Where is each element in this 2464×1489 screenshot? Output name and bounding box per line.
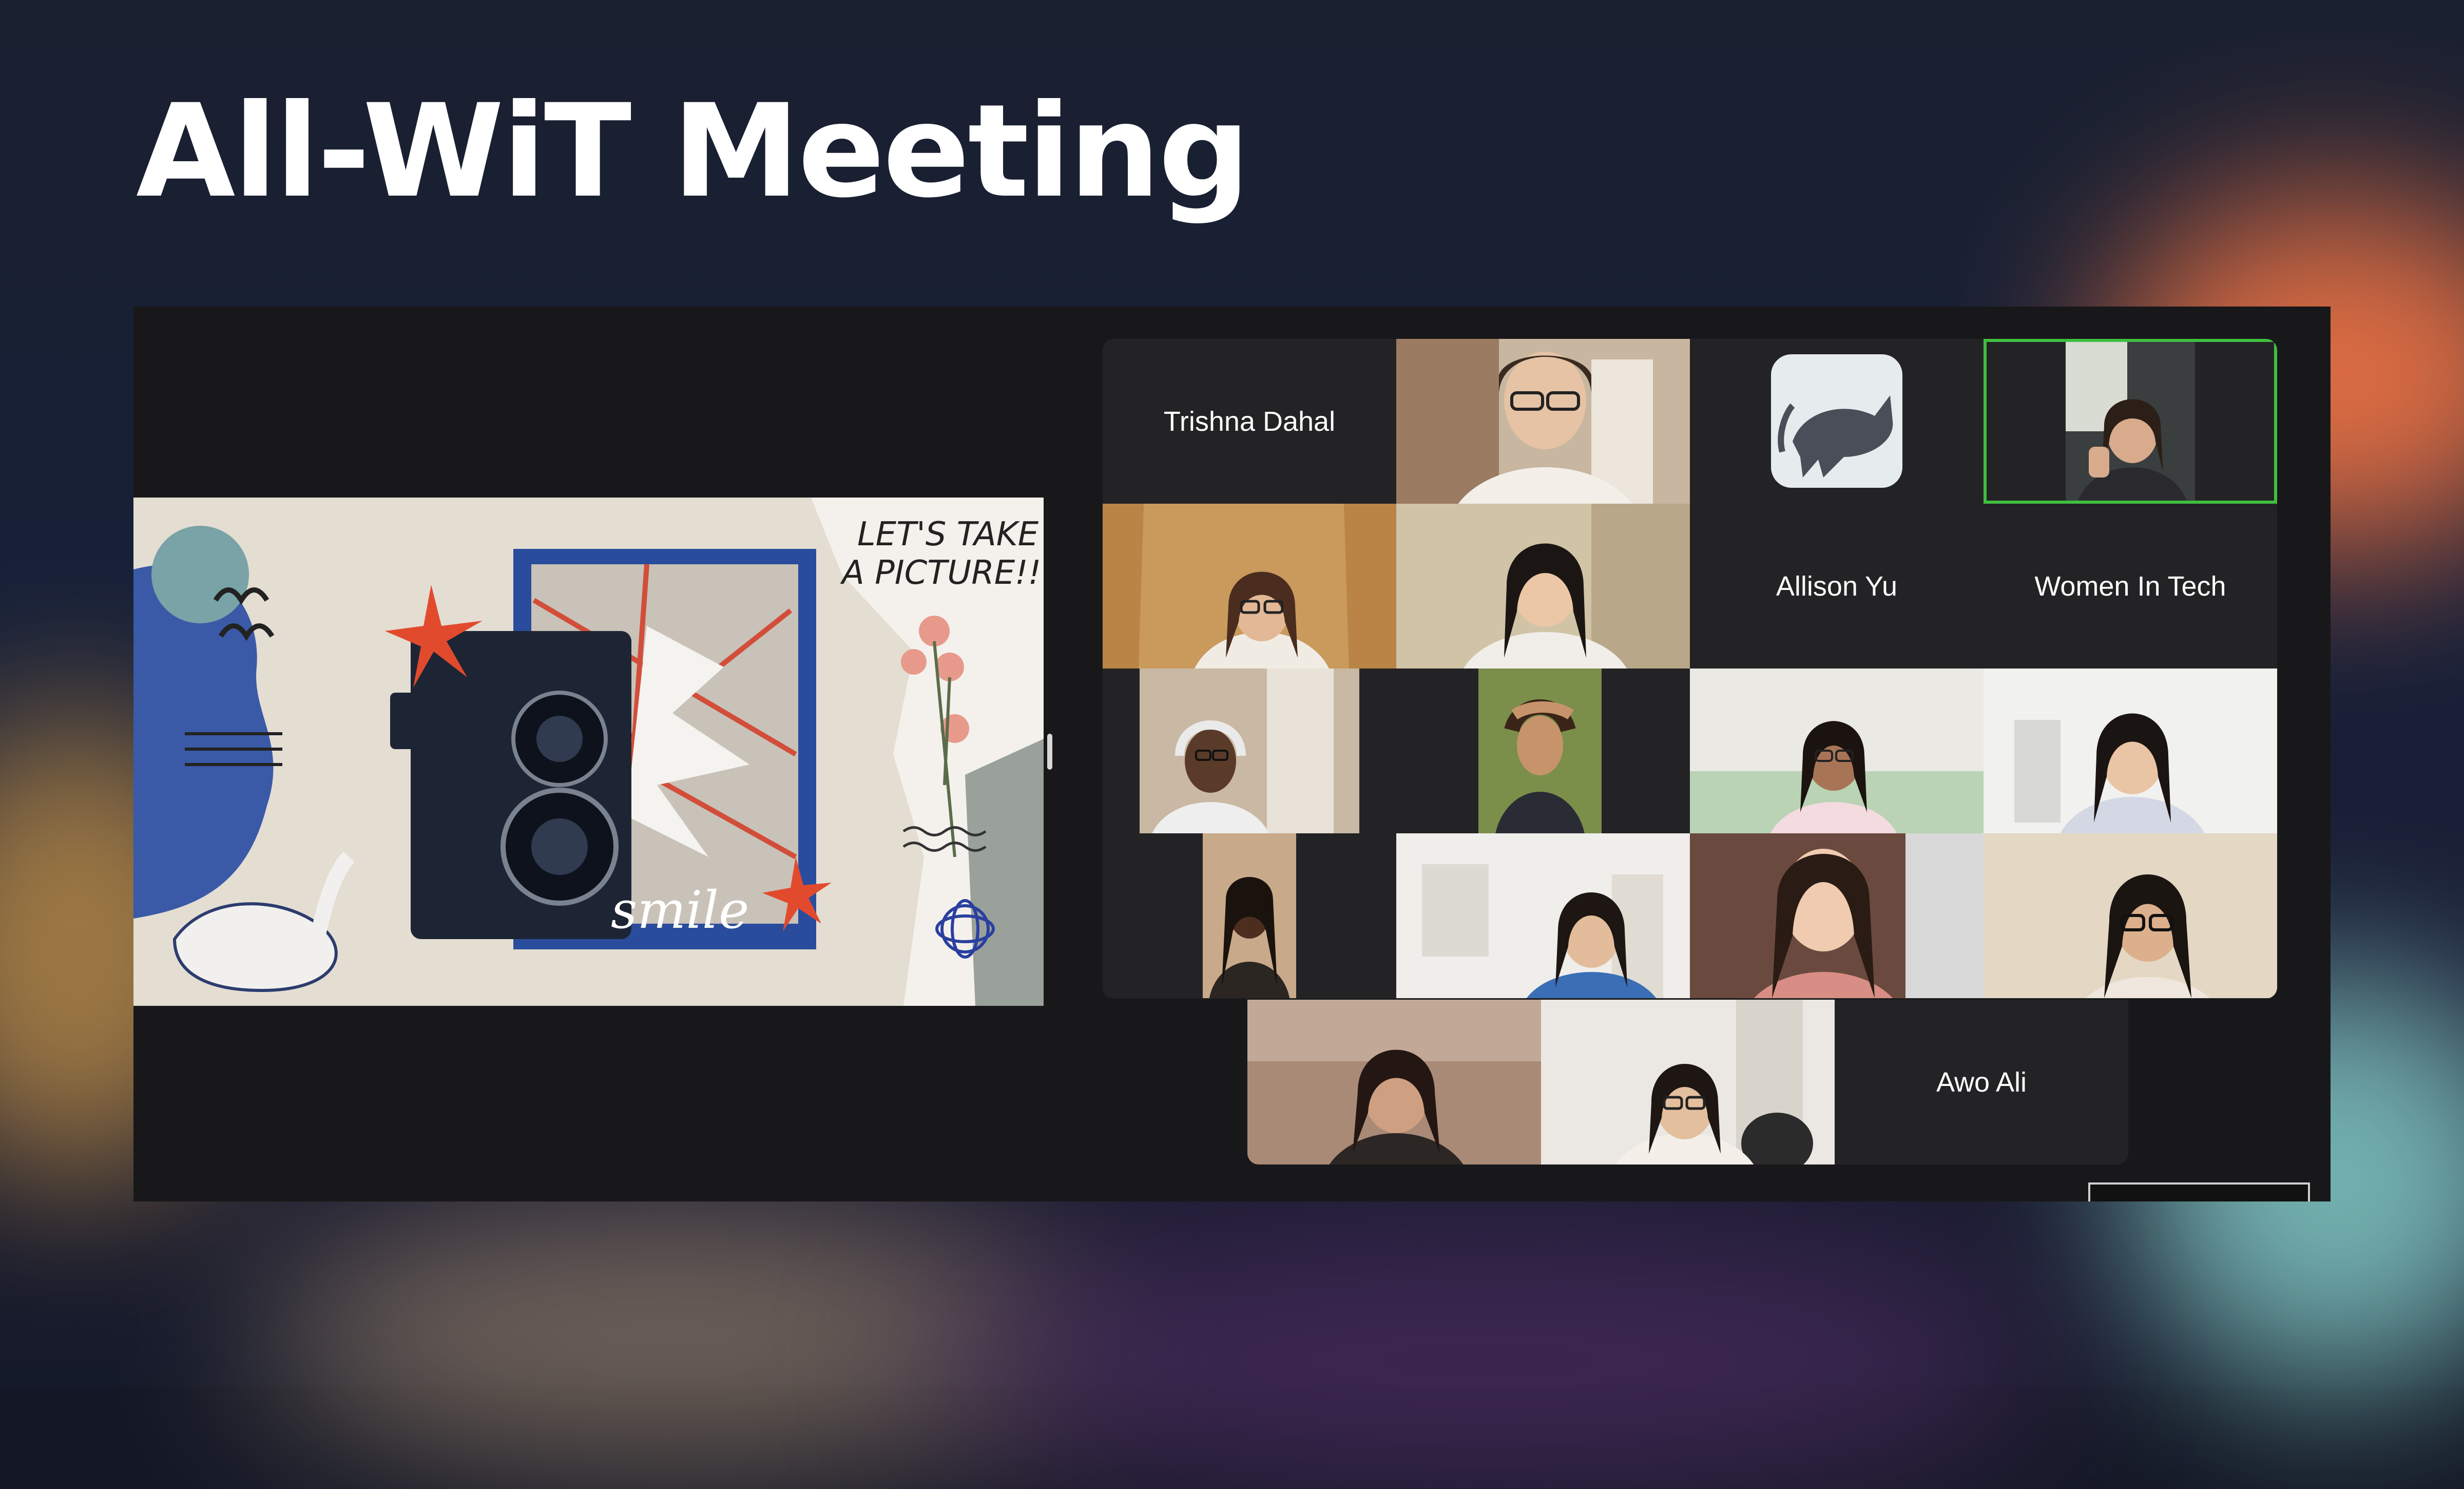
participant-video [1103,669,1396,833]
participant-video [1541,1000,1835,1165]
participant-video-tile[interactable] [1984,833,2277,998]
shared-script-word: smile [611,880,749,940]
participant-video-tile[interactable] [1984,669,2277,833]
participant-tile[interactable]: Allison Yu [1690,504,1984,669]
participant-video [1396,504,1690,669]
participant-video [1103,504,1396,669]
participant-video [1396,669,1690,833]
participant-video [1396,833,1690,998]
active-speaker-outline [1984,339,2277,504]
split-view-resize-handle[interactable] [1047,734,1052,770]
participant-tile[interactable] [1690,339,1984,504]
participant-name: Women In Tech [2034,570,2226,602]
participant-tile[interactable]: Awo Ali [1835,1000,2128,1165]
participant-video-tile[interactable] [1396,339,1690,504]
participant-video-tile[interactable] [1396,669,1690,833]
shared-headline-line2: A PICTURE!! [842,554,1042,592]
participant-name: Allison Yu [1776,570,1898,602]
participant-video [1247,1000,1541,1165]
participant-video-tile[interactable] [1396,833,1690,998]
participant-video [1690,669,1984,833]
bg-glow-purple [924,1232,2053,1489]
participant-video [1103,833,1396,998]
participant-gallery-last-row: Awo Ali [1247,1000,2128,1165]
participant-video-tile[interactable] [1247,1000,1541,1165]
cat-avatar-image [1771,354,1902,488]
participant-video-tile[interactable] [1103,669,1396,833]
participant-name: Trishna Dahal [1163,406,1336,437]
participant-name: Awo Ali [1936,1066,2027,1098]
participant-video-tile[interactable] [1103,504,1396,669]
participant-tile[interactable]: Trishna Dahal [1103,339,1396,504]
self-view-thumbnail[interactable] [2088,1182,2310,1201]
participant-video-tile[interactable] [1396,504,1690,669]
slide-title: All-WiT Meeting [136,77,1250,226]
shared-screen: LET'S TAKE A PICTURE!! smile [133,498,1044,1006]
participant-video [1984,669,2277,833]
video-call-window: LET'S TAKE A PICTURE!! smile Trishna Dah… [133,307,2331,1201]
participant-video [1984,833,2277,998]
participant-video-tile[interactable] [1690,833,1984,998]
participant-video-tile[interactable] [1103,833,1396,998]
participant-tile[interactable]: Women In Tech [1984,504,2277,669]
participant-gallery: Trishna Dahal Allison Yu Women In Tech [1103,339,2277,999]
participant-video [1396,339,1690,504]
participant-video-tile-active-speaker[interactable] [1984,339,2277,504]
shared-headline-line1: LET'S TAKE [857,516,1039,553]
participant-video-tile[interactable] [1690,669,1984,833]
participant-video [1690,833,1984,998]
participant-video-tile[interactable] [1541,1000,1835,1165]
